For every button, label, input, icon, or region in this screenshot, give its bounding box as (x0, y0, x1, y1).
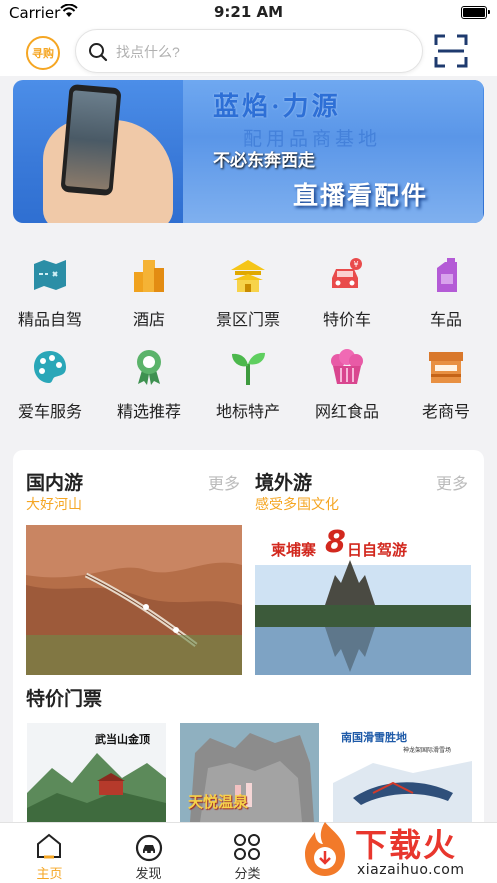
category-item-hotel[interactable]: 酒店 (101, 250, 197, 330)
category-grid: 精品自驾 酒店 景区门票 ¥ 特价车 车品 爱车服务 精选推荐 地标特产 网红食… (0, 250, 497, 435)
poster-number: 8 (325, 525, 346, 560)
discover-icon (135, 834, 163, 862)
shop-icon (429, 352, 463, 383)
category-item-scenic-ticket[interactable]: 景区门票 (200, 250, 296, 330)
ticket-card-hot-spring[interactable]: 天悦温泉 (180, 723, 319, 822)
header: 寻购 (0, 26, 497, 76)
search-input[interactable] (116, 40, 406, 64)
clock: 9:21 AM (213, 3, 284, 21)
car-icon: ¥ (332, 258, 362, 288)
poster-text-right: 日自驾游 (347, 541, 408, 559)
tab-label: 主页 (36, 867, 63, 882)
watermark: 下载火 xiazaihuo.com (293, 818, 497, 883)
category-label: 精选推荐 (116, 402, 181, 421)
ticket-caption: 天悦温泉 (188, 793, 249, 811)
tab-discover[interactable]: 发现 (99, 823, 198, 883)
bottle-icon (437, 258, 457, 292)
scan-icon[interactable] (434, 34, 468, 68)
home-icon (37, 833, 61, 859)
category-label: 景区门票 (215, 310, 280, 329)
category-item-special-car[interactable]: ¥ 特价车 (299, 250, 395, 330)
sprout-icon (232, 352, 265, 385)
domestic-more-link[interactable]: 更多 (208, 470, 240, 494)
domestic-photo[interactable] (26, 525, 242, 675)
category-item-internet-food[interactable]: 网红食品 (299, 342, 395, 422)
category-icon (234, 834, 260, 860)
category-label: 酒店 (132, 310, 165, 329)
palette-icon (34, 351, 66, 383)
hotel-icon (134, 260, 164, 292)
domestic-title: 国内游 (26, 472, 84, 494)
ticket-card-ski[interactable]: 南国滑雪胜地 神龙架国际滑雪场 (333, 723, 472, 822)
banner-slogan-1: 不必东奔西走 (213, 151, 315, 171)
badge-icon (137, 350, 161, 385)
tickets-title: 特价门票 (26, 688, 103, 710)
category-label: 爱车服务 (17, 402, 82, 421)
ticket-caption: 武当山金顶 (95, 733, 150, 746)
watermark-url: xiazaihuo.com (357, 862, 465, 878)
svg-text:¥: ¥ (353, 260, 358, 269)
overseas-title: 境外游 (255, 472, 313, 494)
banner-building-title: 蓝焰·力源 (213, 92, 341, 121)
banner-phone (60, 83, 122, 197)
category-item-local-specialty[interactable]: 地标特产 (200, 342, 296, 422)
travel-panel: 国内游 大好河山 更多 境外游 感受多国文化 更多 柬埔寨 8 日自驾游 特价门… (13, 450, 484, 822)
category-label: 精品自驾 (17, 310, 82, 329)
category-label: 网红食品 (314, 402, 379, 421)
category-item-self-drive[interactable]: 精品自驾 (2, 250, 98, 330)
battery-icon (461, 6, 490, 19)
tab-category[interactable]: 分类 (198, 823, 297, 883)
tab-label: 发现 (135, 867, 162, 882)
app-logo[interactable]: 寻购 (26, 36, 60, 70)
ticket-caption: 南国滑雪胜地 (341, 731, 407, 744)
logo-text: 寻购 (32, 47, 54, 60)
watermark-text: 下载火 (355, 826, 458, 864)
category-label: 车品 (429, 310, 462, 329)
category-label: 老商号 (421, 402, 470, 421)
overseas-photo[interactable]: 柬埔寨 8 日自驾游 (255, 525, 471, 675)
category-label: 特价车 (322, 310, 371, 329)
status-bar: Carrier 9:21 AM (0, 0, 497, 26)
domestic-subtitle: 大好河山 (26, 497, 82, 513)
ticket-subcaption: 神龙架国际滑雪场 (403, 747, 452, 754)
promo-banner[interactable]: 蓝焰·力源 配用品商基地 不必东奔西走 直播看配件 (13, 80, 484, 223)
search-icon (89, 43, 108, 62)
tab-label: 分类 (234, 867, 261, 882)
search-bar[interactable] (75, 29, 423, 73)
category-item-featured[interactable]: 精选推荐 (101, 342, 197, 422)
cake-icon (331, 349, 363, 384)
category-item-old-brand[interactable]: 老商号 (398, 342, 494, 422)
tab-home[interactable]: 主页 (0, 823, 99, 883)
flame-logo-icon (305, 822, 345, 876)
overseas-more-link[interactable]: 更多 (436, 470, 468, 494)
category-item-car-service[interactable]: 爱车服务 (2, 342, 98, 422)
overseas-subtitle: 感受多国文化 (255, 497, 339, 513)
category-label: 地标特产 (215, 402, 280, 421)
category-item-car-goods[interactable]: 车品 (398, 250, 494, 330)
ticket-card-wudang[interactable]: 武当山金顶 (27, 723, 166, 822)
pavilion-icon (231, 260, 265, 292)
banner-slogan-2: 直播看配件 (293, 181, 429, 210)
poster-text-left: 柬埔寨 (271, 541, 317, 559)
cliff-road-image (26, 525, 242, 675)
map-icon (34, 260, 66, 290)
